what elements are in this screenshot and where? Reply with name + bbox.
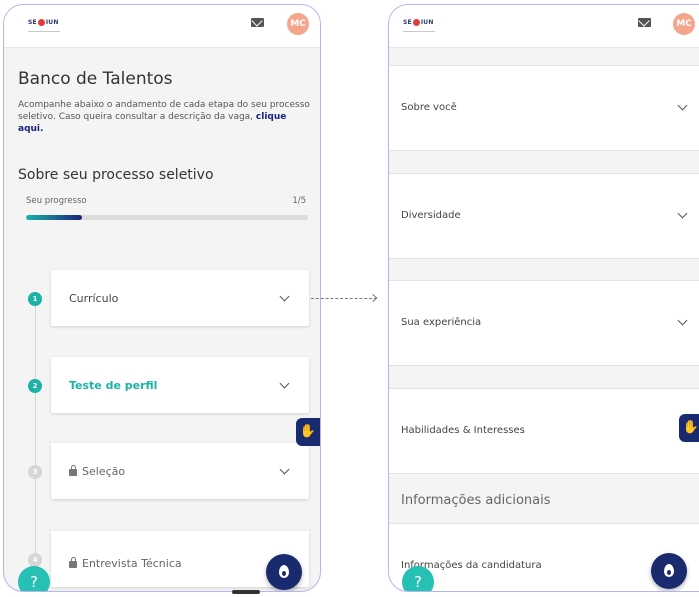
flame-icon [664, 564, 674, 577]
chat-button[interactable] [266, 554, 302, 590]
chevron-down-icon [677, 208, 688, 219]
chevron-down-icon [677, 100, 688, 111]
section-sobre-voce[interactable]: Sobre você [389, 65, 699, 151]
step-card-curriculo[interactable]: Currículo [51, 270, 309, 326]
accessibility-button[interactable]: ✋ [296, 418, 320, 446]
avatar[interactable]: MC [287, 13, 309, 35]
section-sua-experiencia[interactable]: Sua experiência [389, 280, 699, 366]
section-label-sua-experiencia: Sua experiência [401, 317, 482, 328]
logo-underline [28, 31, 60, 32]
progress-bar-fill [26, 215, 83, 220]
step-indicator-4: 4 [28, 553, 42, 567]
step-label-teste-de-perfil: Teste de perfil [69, 379, 158, 392]
step-label-selecao: Seleção [82, 465, 126, 478]
flame-icon [279, 565, 289, 578]
info-heading: Informações adicionais [401, 493, 551, 508]
top-bar: SE IUN MC [4, 5, 320, 48]
arrow-right-icon [368, 293, 378, 303]
section-diversidade[interactable]: Diversidade [389, 173, 699, 259]
phone-screen-right: SE IUN MC Sobre você Diversidade Sua expe… [388, 4, 699, 592]
chevron-down-icon [279, 378, 290, 389]
section-label-diversidade: Diversidade [401, 210, 461, 221]
phone-screen-left: SE IUN MC Banco de Talentos Acompanhe aba… [3, 4, 321, 592]
mail-icon[interactable] [251, 18, 264, 27]
help-button[interactable]: ? [402, 566, 434, 591]
page-description: Acompanhe abaixo o andamento de cada eta… [18, 99, 310, 135]
progress-count: 1/5 [292, 196, 306, 206]
hand-sign-icon: ✋ [682, 420, 699, 435]
step-indicator-2: 2 [28, 379, 42, 393]
flow-connector [311, 298, 377, 299]
lock-icon [69, 557, 77, 568]
step-indicator-3: 3 [28, 465, 42, 479]
chevron-down-icon [279, 291, 290, 302]
step-label-entrevista-wrap: Entrevista Técnica [69, 557, 182, 570]
steps-timeline [35, 303, 36, 591]
step-label-selecao-wrap: Seleção [69, 465, 125, 478]
section-habilidades-interesses[interactable]: Habilidades & Interesses [389, 388, 699, 474]
section-label-sobre-voce: Sobre você [401, 102, 457, 113]
lock-icon [69, 465, 77, 476]
avatar[interactable]: MC [673, 13, 695, 35]
top-bar: SE IUN MC [389, 5, 699, 48]
step-indicator-1: 1 [28, 292, 42, 306]
step-label-entrevista-tecnica: Entrevista Técnica [82, 557, 182, 570]
step-card-teste-de-perfil[interactable]: Teste de perfil [51, 357, 309, 413]
hand-sign-icon: ✋ [299, 424, 317, 439]
mail-icon[interactable] [638, 18, 651, 27]
section-label-habilidades-interesses: Habilidades & Interesses [401, 425, 525, 436]
chevron-down-icon [677, 315, 688, 326]
logo-underline [403, 31, 435, 32]
accessibility-button[interactable]: ✋ [679, 414, 699, 442]
progress-bar [26, 215, 308, 220]
bottom-handle [232, 590, 260, 594]
page-title: Banco de Talentos [18, 69, 173, 89]
section-informacoes-candidatura[interactable]: Informações da candidatura [389, 523, 699, 591]
chevron-down-icon [279, 464, 290, 475]
company-logo[interactable]: SE IUN [403, 17, 435, 29]
step-card-selecao[interactable]: Seleção [51, 443, 309, 499]
progress-label: Seu progresso [26, 196, 87, 206]
company-logo[interactable]: SE IUN [28, 17, 60, 29]
step-label-curriculo: Currículo [69, 292, 119, 305]
section-title: Sobre seu processo seletivo [18, 167, 214, 183]
chat-button[interactable] [651, 553, 687, 589]
help-button[interactable]: ? [18, 566, 50, 591]
